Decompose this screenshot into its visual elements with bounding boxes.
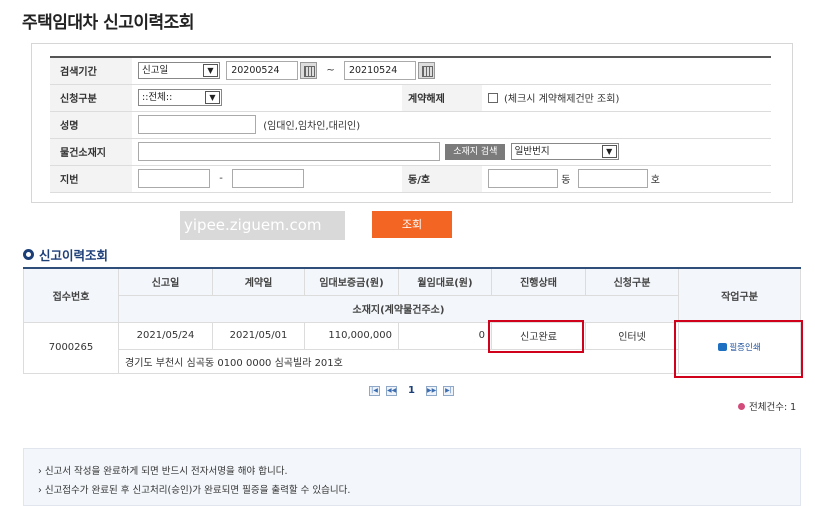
cell-monthly-rent: 0 <box>398 321 492 350</box>
name-label: 성명 <box>50 111 132 139</box>
period-label: 검색기간 <box>50 57 132 85</box>
chevron-down-icon: ▼ <box>203 64 218 78</box>
header-deposit: 임대보증금(원) <box>304 267 399 296</box>
lot-main-input[interactable] <box>138 169 210 188</box>
date-to-input[interactable]: 20210524 <box>343 61 416 81</box>
page-first-button[interactable]: |◀ <box>369 385 380 396</box>
notice-box: › 신고서 작성을 완료하게 되면 반드시 전자서명을 해야 합니다. › 신고… <box>23 448 801 506</box>
highlight-status-box <box>488 320 584 353</box>
header-location: 소재지(계약물건주소) <box>118 294 679 323</box>
lot-sub-input[interactable] <box>231 169 304 188</box>
calendar-icon[interactable] <box>300 62 318 80</box>
header-monthly-rent: 월임대료(원) <box>398 267 492 296</box>
lot-label: 지번 <box>50 165 132 193</box>
apply-type-select[interactable]: ::전체:: ▼ <box>138 89 222 106</box>
search-submit-button[interactable]: 조회 <box>372 211 452 238</box>
address-input[interactable] <box>138 142 440 161</box>
address-label: 물건소재지 <box>50 138 132 166</box>
header-contract-date: 계약일 <box>212 267 305 296</box>
bullet-icon <box>738 402 745 410</box>
watermark: yipee.ziguem.com <box>180 211 345 240</box>
ho-suffix: 호 <box>650 175 660 186</box>
cancel-checkbox[interactable] <box>488 92 498 103</box>
apply-type-label: 신청구분 <box>50 84 132 112</box>
dong-suffix: 동 <box>561 175 571 186</box>
highlight-action-box <box>674 320 803 378</box>
cell-report-date: 2021/05/24 <box>118 321 213 350</box>
cell-apply-type: 인터넷 <box>585 321 679 350</box>
name-hint: (임대인,임차인,대리인) <box>263 121 361 132</box>
calendar-icon[interactable] <box>417 62 435 80</box>
date-range-separator: ~ <box>326 65 335 77</box>
page-last-button[interactable]: ▶| <box>442 385 454 396</box>
cancel-hint: (체크시 계약해제건만 조회) <box>504 94 620 105</box>
search-panel: 검색기간 신고일 ▼ 20200524 ~ 20210524 신청구분 ::전체:… <box>31 43 793 203</box>
address-type-select[interactable]: 일반번지 ▼ <box>510 143 619 160</box>
page-title: 주택임대차 신고이력조회 <box>22 13 194 33</box>
chevron-down-icon: ▼ <box>205 91 220 104</box>
total-count: 전체건수: 1 <box>738 399 796 413</box>
cell-deposit: 110,000,000 <box>304 321 399 350</box>
lot-separator: - <box>219 173 223 184</box>
pagination: |◀ ◀◀ 1 ▶▶ ▶| <box>366 385 457 396</box>
search-form: 검색기간 신고일 ▼ 20200524 ~ 20210524 신청구분 ::전체:… <box>50 56 771 193</box>
date-from-input[interactable]: 20200524 <box>226 61 299 81</box>
header-receipt-no: 접수번호 <box>23 267 119 323</box>
period-type-select[interactable]: 신고일 ▼ <box>138 62 220 80</box>
section-title: 신고이력조회 <box>23 245 108 264</box>
name-input[interactable] <box>138 115 256 134</box>
cell-contract-date: 2021/05/01 <box>212 321 305 350</box>
notice-line: › 신고서 작성을 완료하게 되면 반드시 전자서명을 해야 합니다. <box>38 466 288 477</box>
page-current[interactable]: 1 <box>408 385 415 396</box>
header-status: 진행상태 <box>491 267 586 296</box>
header-report-date: 신고일 <box>118 267 213 296</box>
cell-address: 경기도 부천시 심곡동 0100 0000 심곡빌라 201호 <box>118 348 679 374</box>
section-bullet-icon <box>23 249 34 260</box>
notice-line: › 신고접수가 완료된 후 신고처리(승인)가 완료되면 필증을 출력할 수 있… <box>38 485 351 496</box>
header-work-type: 작업구분 <box>678 267 801 323</box>
dong-input[interactable] <box>488 169 558 188</box>
dongho-label: 동/호 <box>402 165 482 193</box>
chevron-down-icon: ▼ <box>601 145 617 158</box>
page-prev-button[interactable]: ◀◀ <box>386 385 397 396</box>
header-apply-type: 신청구분 <box>585 267 679 296</box>
cell-receipt-no: 7000265 <box>23 321 119 374</box>
address-search-button[interactable]: 소재지 검색 <box>445 143 506 160</box>
page-next-button[interactable]: ▶▶ <box>425 385 437 396</box>
cancel-label: 계약해제 <box>402 84 482 112</box>
ho-input[interactable] <box>577 169 648 188</box>
